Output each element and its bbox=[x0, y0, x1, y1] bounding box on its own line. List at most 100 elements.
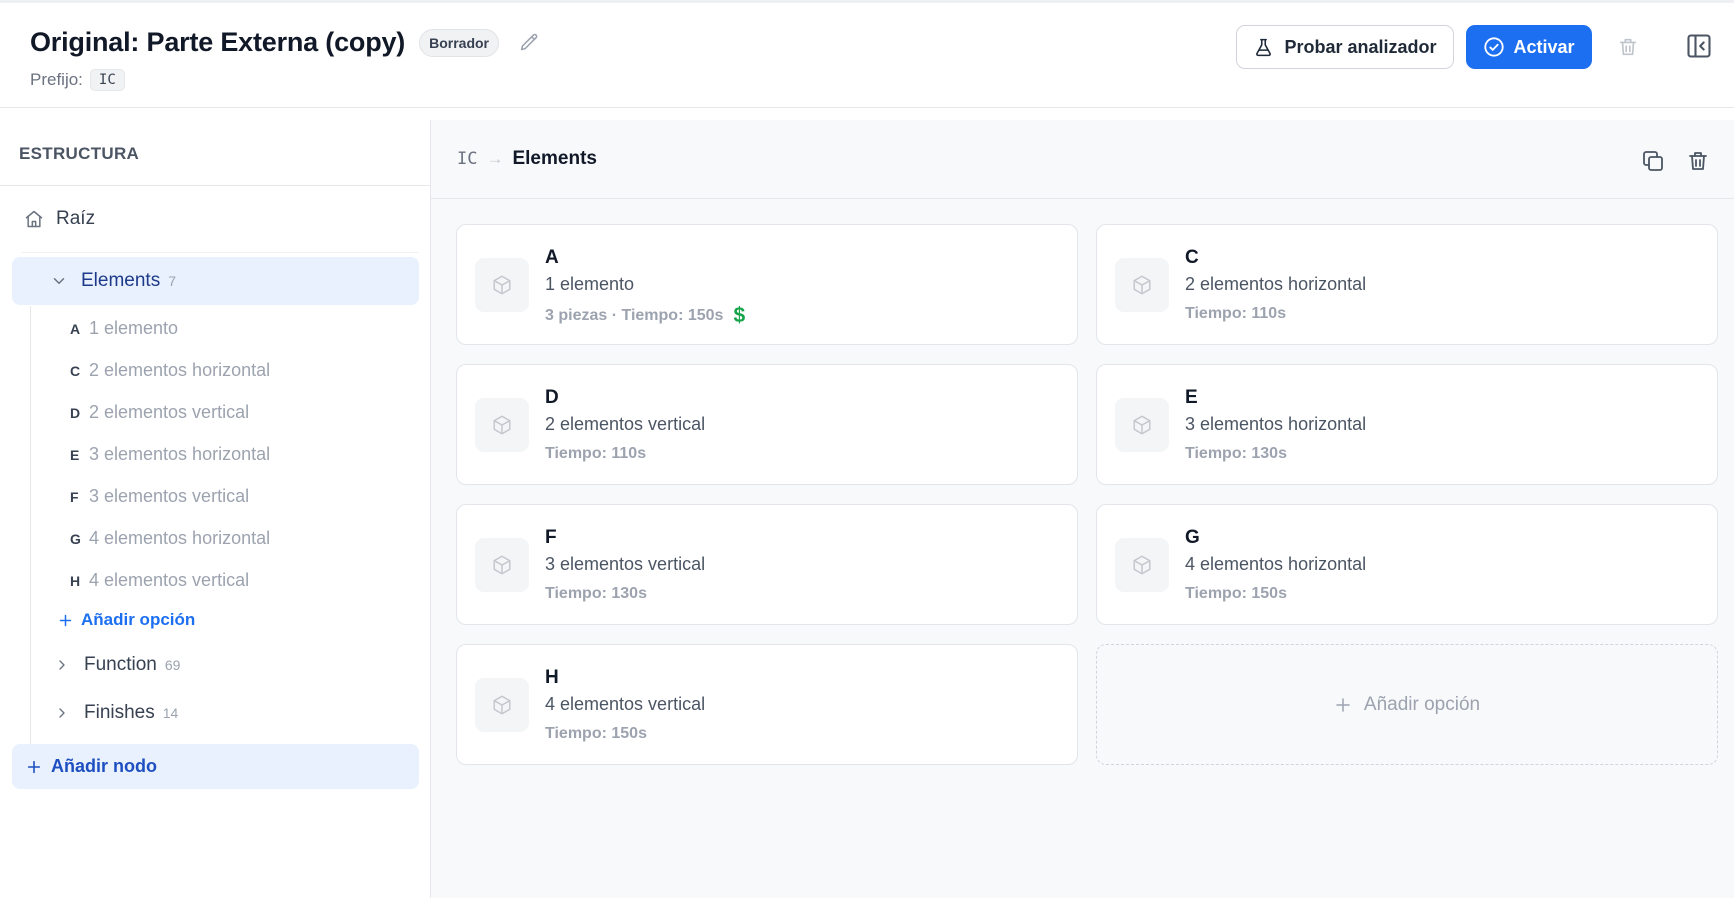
tree-child-a[interactable]: A 1 elemento bbox=[70, 318, 178, 339]
card-meta: Tiempo: 110s bbox=[1185, 305, 1286, 323]
tree-child-c[interactable]: C 2 elementos horizontal bbox=[70, 360, 270, 381]
card-meta-text: Tiempo: 150s bbox=[545, 725, 647, 742]
tree-node-count: 7 bbox=[168, 273, 176, 289]
plus-icon bbox=[1336, 697, 1350, 712]
box-icon bbox=[475, 538, 529, 592]
chevron-right-icon[interactable] bbox=[54, 657, 70, 673]
chevron-down-icon[interactable] bbox=[50, 272, 68, 290]
box-icon bbox=[475, 258, 529, 312]
sidebar-title: ESTRUCTURA bbox=[19, 144, 140, 163]
breadcrumb-current: Elements bbox=[512, 148, 597, 169]
option-card-e[interactable]: E 3 elementos horizontal Tiempo: 130s bbox=[1096, 364, 1718, 485]
divider bbox=[22, 252, 418, 253]
tree-child-f[interactable]: F 3 elementos vertical bbox=[70, 486, 249, 507]
card-letter: D bbox=[545, 387, 559, 408]
flask-icon bbox=[1256, 38, 1272, 56]
option-card-c[interactable]: C 2 elementos horizontal Tiempo: 110s bbox=[1096, 224, 1718, 345]
trash-icon bbox=[1689, 152, 1707, 170]
tree-node-label: Elements bbox=[81, 270, 161, 291]
page-header: Original: Parte Externa (copy) Borrador … bbox=[0, 0, 1734, 108]
child-description: 3 elementos vertical bbox=[89, 486, 250, 506]
add-option-link[interactable]: Añadir opción bbox=[58, 610, 195, 630]
breadcrumb: IC → Elements bbox=[457, 148, 597, 170]
card-description: 2 elementos vertical bbox=[545, 414, 706, 434]
card-letter: E bbox=[1185, 387, 1198, 408]
tree-node-count: 69 bbox=[164, 657, 181, 673]
breadcrumb-prefix[interactable]: IC bbox=[457, 149, 477, 169]
add-node-button[interactable]: Añadir nodo bbox=[12, 744, 419, 789]
card-description: 1 elemento bbox=[545, 274, 635, 294]
tree-root[interactable]: Raíz bbox=[24, 208, 95, 230]
card-description: 4 elementos horizontal bbox=[1185, 554, 1367, 574]
duplicate-node-button[interactable] bbox=[1638, 146, 1668, 176]
tree-child-d[interactable]: D 2 elementos vertical bbox=[70, 402, 249, 423]
option-card-h[interactable]: H 4 elementos vertical Tiempo: 150s bbox=[456, 644, 1078, 765]
test-analyzer-button[interactable]: Probar analizador bbox=[1236, 25, 1454, 69]
box-icon bbox=[475, 678, 529, 732]
tree-node-function[interactable]: Function 69 bbox=[54, 654, 180, 676]
add-option-card-label: Añadir opción bbox=[1363, 693, 1481, 715]
add-option-card[interactable]: Añadir opción bbox=[1096, 644, 1718, 765]
title-row: Original: Parte Externa (copy) Borrador bbox=[30, 27, 543, 58]
trash-icon bbox=[1619, 38, 1637, 56]
add-option-label: Añadir opción bbox=[81, 610, 196, 629]
prefix-label: Prefijo: bbox=[30, 70, 83, 89]
card-letter: H bbox=[545, 667, 559, 688]
add-node-label: Añadir nodo bbox=[51, 756, 157, 776]
box-icon bbox=[1115, 398, 1169, 452]
child-description: 2 elementos horizontal bbox=[89, 360, 271, 380]
option-card-f[interactable]: F 3 elementos vertical Tiempo: 130s bbox=[456, 504, 1078, 625]
option-card-a[interactable]: A 1 elemento 3 piezas · Tiempo: 150s $ bbox=[456, 224, 1078, 345]
plus-icon bbox=[27, 760, 41, 773]
tree-child-h[interactable]: H 4 elementos vertical bbox=[70, 570, 249, 591]
tree-node-label: Function bbox=[84, 654, 157, 675]
pencil-icon bbox=[520, 33, 537, 51]
child-description: 4 elementos vertical bbox=[89, 570, 250, 590]
card-meta-text: 3 piezas · Tiempo: 150s bbox=[545, 306, 724, 324]
tree-node-count: 14 bbox=[162, 705, 179, 721]
activate-button[interactable]: Activar bbox=[1466, 25, 1592, 69]
option-card-d[interactable]: D 2 elementos vertical Tiempo: 110s bbox=[456, 364, 1078, 485]
delete-node-button[interactable] bbox=[1683, 146, 1713, 176]
plus-icon bbox=[59, 614, 72, 626]
chevron-right-icon[interactable] bbox=[54, 705, 70, 721]
main-header: IC → Elements bbox=[431, 120, 1734, 199]
card-meta-text: Tiempo: 130s bbox=[1185, 445, 1287, 462]
tree-child-g[interactable]: G 4 elementos horizontal bbox=[70, 528, 270, 549]
card-description: 3 elementos horizontal bbox=[1185, 414, 1367, 434]
structure-sidebar: ESTRUCTURA Raíz Elements 7 A 1 elemento … bbox=[0, 120, 431, 898]
tree-node-label: Finishes bbox=[84, 702, 155, 723]
delete-parser-button[interactable] bbox=[1614, 33, 1642, 61]
card-meta: 3 piezas · Tiempo: 150s $ bbox=[545, 305, 745, 326]
child-letter: D bbox=[70, 405, 81, 421]
option-card-g[interactable]: G 4 elementos horizontal Tiempo: 150s bbox=[1096, 504, 1718, 625]
tree-child-e[interactable]: E 3 elementos horizontal bbox=[70, 444, 270, 465]
tree-node-elements[interactable]: Elements 7 bbox=[12, 257, 419, 305]
card-meta: Tiempo: 150s bbox=[1185, 585, 1287, 603]
card-letter: F bbox=[545, 527, 557, 548]
card-meta-text: Tiempo: 130s bbox=[545, 585, 647, 602]
card-meta-text: Tiempo: 150s bbox=[1185, 585, 1287, 602]
card-meta: Tiempo: 130s bbox=[1185, 445, 1287, 463]
child-description: 4 elementos horizontal bbox=[89, 528, 271, 548]
dollar-icon: $ bbox=[733, 304, 746, 327]
child-letter: G bbox=[70, 531, 81, 547]
card-meta: Tiempo: 150s bbox=[545, 725, 647, 743]
tree-node-finishes[interactable]: Finishes 14 bbox=[54, 702, 178, 724]
toggle-panel-button[interactable] bbox=[1684, 31, 1714, 61]
status-badge: Borrador bbox=[419, 28, 500, 57]
breadcrumb-arrow: → bbox=[486, 149, 504, 168]
box-icon bbox=[1115, 258, 1169, 312]
child-description: 1 elemento bbox=[89, 318, 179, 338]
box-icon bbox=[1115, 538, 1169, 592]
child-letter: F bbox=[70, 489, 79, 505]
child-letter: E bbox=[70, 447, 80, 463]
child-description: 2 elementos vertical bbox=[89, 402, 250, 422]
card-description: 4 elementos vertical bbox=[545, 694, 706, 714]
prefix-row: Prefijo: IC bbox=[30, 69, 125, 91]
child-letter: A bbox=[70, 321, 81, 337]
check-circle-icon bbox=[1484, 37, 1505, 57]
tree-guide-line bbox=[30, 306, 31, 764]
child-description: 3 elementos horizontal bbox=[89, 444, 271, 464]
edit-title-button[interactable] bbox=[515, 29, 543, 57]
